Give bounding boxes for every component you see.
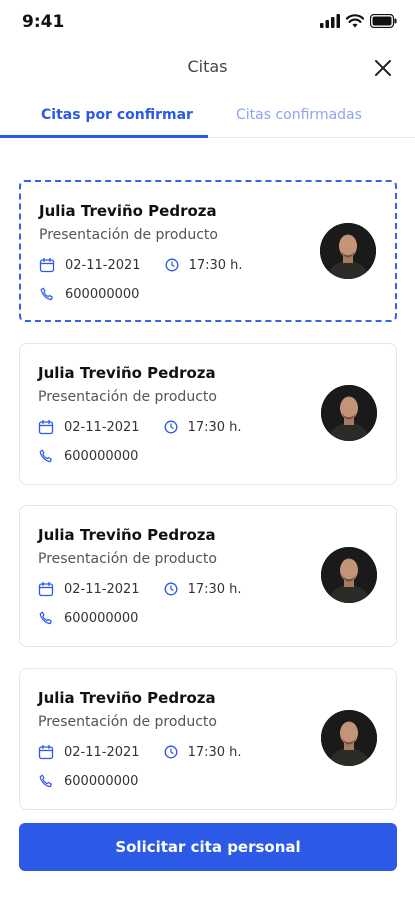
request-appointment-button[interactable]: Solicitar cita personal bbox=[19, 823, 397, 871]
battery-icon bbox=[370, 14, 397, 28]
wifi-icon bbox=[346, 14, 364, 28]
appointment-date: 02-11-2021 bbox=[64, 744, 140, 760]
clock-icon bbox=[165, 258, 179, 272]
contact-name: Julia Treviño Pedroza bbox=[38, 364, 216, 382]
appointment-card[interactable]: Julia Treviño Pedroza Presentación de pr… bbox=[19, 343, 397, 485]
phone-icon bbox=[39, 611, 52, 625]
close-icon bbox=[375, 60, 391, 76]
appointment-datetime-row: 02-11-2021 17:30 h. bbox=[38, 744, 242, 760]
appointment-time: 17:30 h. bbox=[187, 581, 242, 597]
calendar-icon bbox=[39, 257, 55, 273]
contact-phone: 600000000 bbox=[64, 610, 139, 626]
contact-phone: 600000000 bbox=[64, 773, 139, 789]
avatar bbox=[321, 385, 377, 441]
appointment-date: 02-11-2021 bbox=[64, 581, 140, 597]
status-time: 9:41 bbox=[22, 12, 65, 32]
tab-bar: Citas por confirmar Citas confirmadas bbox=[0, 98, 415, 138]
avatar-portrait bbox=[321, 547, 377, 603]
signal-icon bbox=[320, 14, 340, 28]
appointment-datetime-row: 02-11-2021 17:30 h. bbox=[38, 581, 242, 597]
tab-pending[interactable]: Citas por confirmar bbox=[41, 107, 193, 123]
calendar-icon bbox=[38, 744, 54, 760]
phone-icon bbox=[39, 774, 52, 788]
avatar-portrait bbox=[321, 385, 377, 441]
avatar-portrait bbox=[321, 710, 377, 766]
appointment-card[interactable]: Julia Treviño Pedroza Presentación de pr… bbox=[19, 668, 397, 810]
calendar-icon bbox=[38, 581, 54, 597]
avatar bbox=[320, 223, 376, 279]
appointment-time: 17:30 h. bbox=[188, 257, 243, 273]
status-icons bbox=[320, 14, 397, 28]
appointment-phone-row: 600000000 bbox=[38, 448, 138, 464]
header: Citas bbox=[0, 48, 415, 88]
contact-phone: 600000000 bbox=[65, 286, 140, 302]
avatar bbox=[321, 547, 377, 603]
appointment-datetime-row: 02-11-2021 17:30 h. bbox=[39, 257, 243, 273]
appointment-topic: Presentación de producto bbox=[38, 389, 217, 405]
clock-icon bbox=[164, 420, 178, 434]
contact-name: Julia Treviño Pedroza bbox=[38, 689, 216, 707]
appointment-time: 17:30 h. bbox=[187, 744, 242, 760]
appointment-topic: Presentación de producto bbox=[39, 227, 218, 243]
appointment-phone-row: 600000000 bbox=[39, 286, 139, 302]
clock-icon bbox=[164, 582, 178, 596]
close-button[interactable] bbox=[371, 56, 395, 80]
status-bar: 9:41 bbox=[0, 0, 415, 48]
appointment-card[interactable]: Julia Treviño Pedroza Presentación de pr… bbox=[19, 505, 397, 647]
page-title: Citas bbox=[187, 57, 228, 76]
appointment-topic: Presentación de producto bbox=[38, 551, 217, 567]
appointment-date: 02-11-2021 bbox=[64, 419, 140, 435]
appointment-card[interactable]: Julia Treviño Pedroza Presentación de pr… bbox=[19, 180, 397, 322]
calendar-icon bbox=[38, 419, 54, 435]
appointment-date: 02-11-2021 bbox=[65, 257, 141, 273]
active-tab-indicator bbox=[0, 135, 208, 138]
appointment-phone-row: 600000000 bbox=[38, 773, 138, 789]
contact-name: Julia Treviño Pedroza bbox=[39, 202, 217, 220]
phone-icon bbox=[40, 287, 53, 301]
phone-icon bbox=[39, 449, 52, 463]
contact-name: Julia Treviño Pedroza bbox=[38, 526, 216, 544]
appointment-datetime-row: 02-11-2021 17:30 h. bbox=[38, 419, 242, 435]
appointment-phone-row: 600000000 bbox=[38, 610, 138, 626]
tab-confirmed[interactable]: Citas confirmadas bbox=[236, 107, 362, 123]
avatar-portrait bbox=[320, 223, 376, 279]
appointment-topic: Presentación de producto bbox=[38, 714, 217, 730]
contact-phone: 600000000 bbox=[64, 448, 139, 464]
appointment-time: 17:30 h. bbox=[187, 419, 242, 435]
clock-icon bbox=[164, 745, 178, 759]
avatar bbox=[321, 710, 377, 766]
